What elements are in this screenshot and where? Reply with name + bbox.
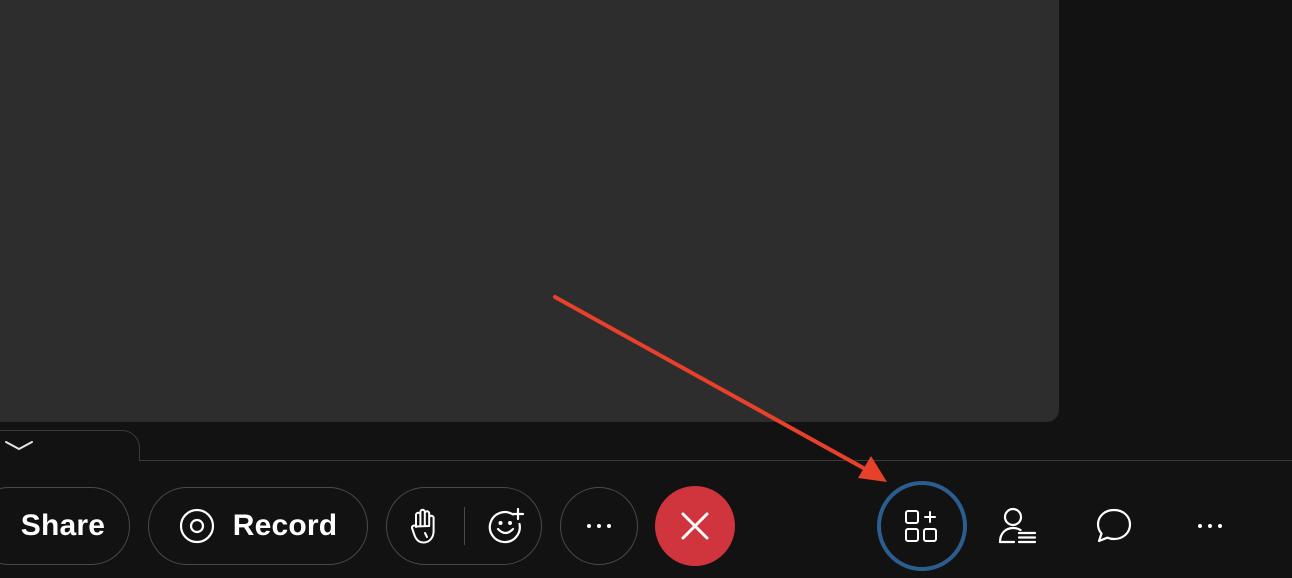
add-reaction-button[interactable] — [476, 496, 536, 556]
more-horizontal-icon — [587, 524, 611, 528]
share-button[interactable]: Share — [0, 487, 130, 565]
record-icon — [179, 508, 215, 544]
close-icon — [681, 512, 709, 540]
end-call-button[interactable] — [655, 486, 735, 566]
chevron-down-icon — [5, 441, 33, 450]
more-actions-button[interactable] — [1180, 496, 1240, 556]
raise-hand-button[interactable] — [393, 496, 453, 556]
apps-add-icon — [905, 510, 937, 542]
more-options-button[interactable] — [560, 487, 638, 565]
meeting-window: Share Record — [0, 0, 1292, 578]
chat-button[interactable] — [1084, 496, 1144, 556]
add-reaction-icon — [488, 507, 524, 544]
more-horizontal-icon — [1198, 524, 1222, 528]
raise-hand-icon — [410, 508, 435, 544]
video-stage — [0, 0, 1059, 422]
collapse-toolbar-tab[interactable] — [0, 430, 140, 461]
share-button-label: Share — [20, 509, 106, 542]
chat-icon — [1096, 508, 1132, 543]
record-button[interactable]: Record — [148, 487, 368, 565]
reactions-group — [386, 487, 542, 565]
participants-button[interactable] — [988, 496, 1048, 556]
reactions-separator — [463, 507, 465, 545]
toolbar-divider — [140, 460, 1292, 461]
apps-button[interactable] — [892, 496, 952, 556]
record-button-label: Record — [232, 509, 338, 542]
participants-icon — [998, 507, 1037, 544]
